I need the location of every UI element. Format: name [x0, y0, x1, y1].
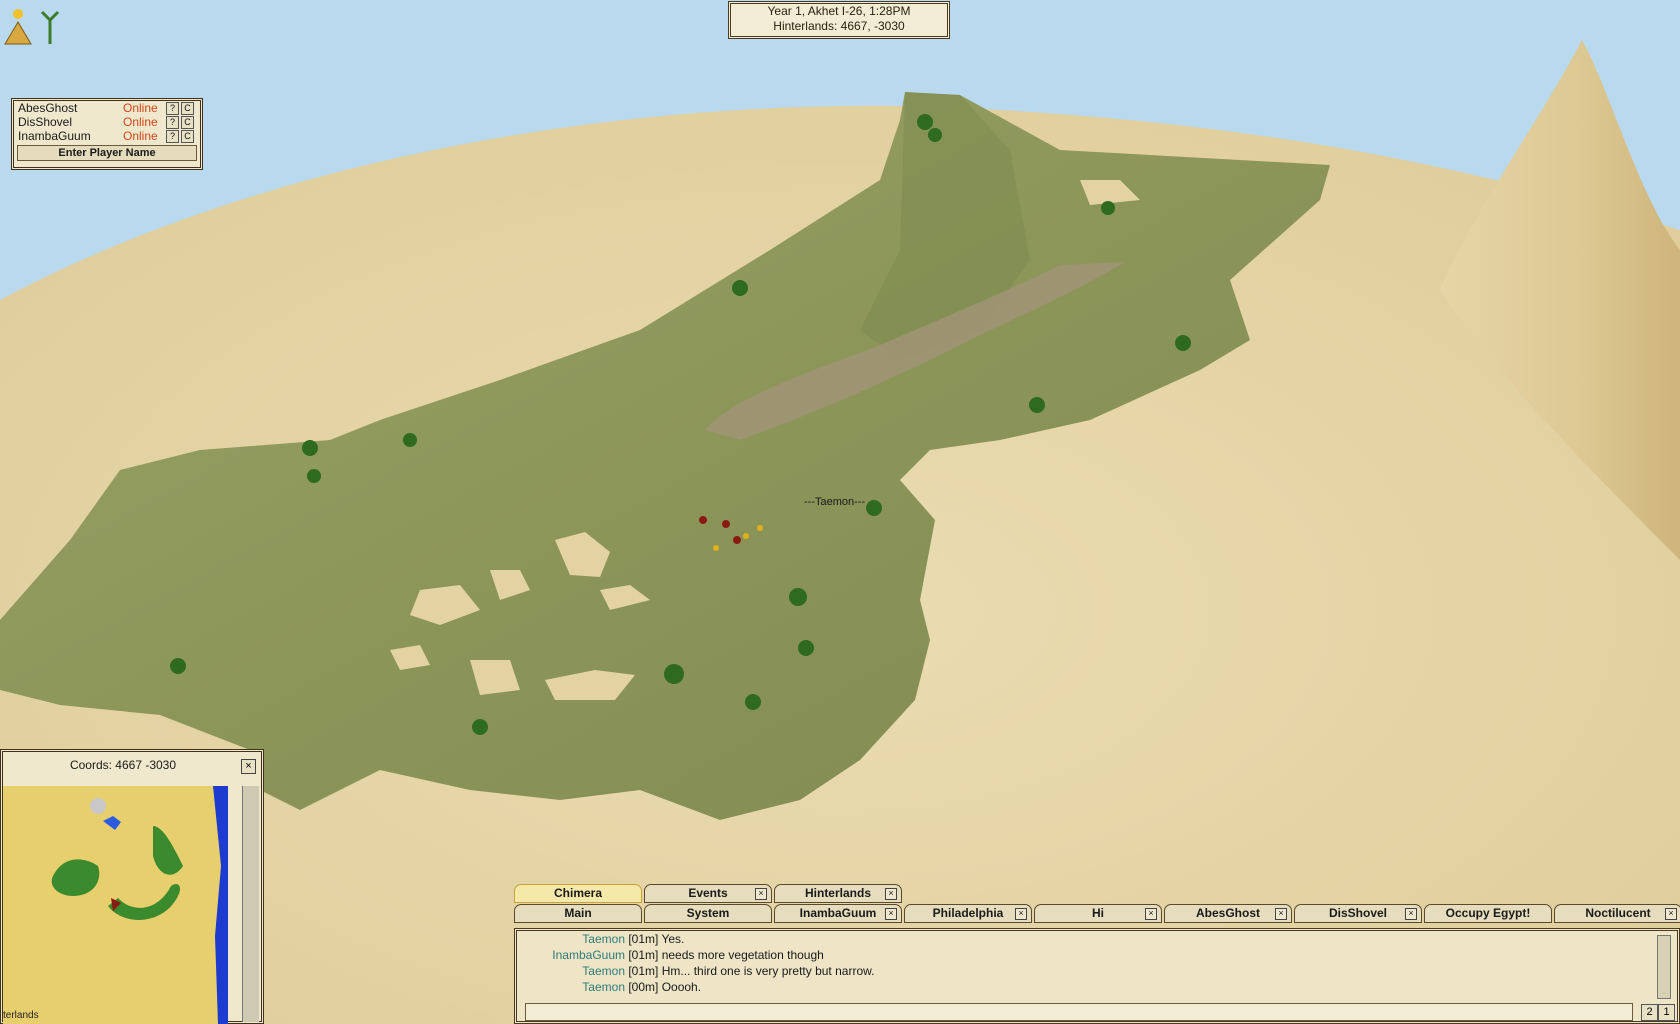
chat-tab[interactable]: System: [644, 904, 772, 923]
chat-sender[interactable]: Taemon: [517, 963, 625, 979]
chat-tab[interactable]: Noctilucent ×: [1554, 904, 1680, 923]
friend-info-button[interactable]: ?: [166, 130, 179, 143]
close-icon[interactable]: ×: [1275, 908, 1287, 920]
chat-tab-label: Events: [688, 886, 728, 900]
chat-tab-label: Chimera: [553, 886, 603, 900]
game-location: Hinterlands: 4667, -3030: [773, 19, 905, 33]
chat-sender[interactable]: Taemon: [517, 931, 625, 947]
player-name-tag[interactable]: ---Taemon---: [804, 496, 865, 508]
chat-tab[interactable]: Main: [514, 904, 642, 923]
friend-chat-button[interactable]: C: [181, 102, 194, 115]
papyrus-plant-icon[interactable]: [40, 10, 60, 44]
chat-time: [00m]: [628, 980, 659, 994]
chat-tab-label: Occupy Egypt!: [1445, 906, 1531, 920]
friend-info-button[interactable]: ?: [166, 116, 179, 129]
close-icon[interactable]: ×: [1145, 908, 1157, 920]
friend-info-button[interactable]: ?: [166, 102, 179, 115]
chat-time: [01m]: [628, 948, 659, 962]
chat-tab[interactable]: Events ×: [644, 884, 772, 903]
chat-log: Taemon [01m] Yes. InambaGuum [01m] needs …: [514, 928, 1680, 1024]
chat-tab-label: AbesGhost: [1195, 906, 1260, 920]
chat-tab[interactable]: Hi ×: [1034, 904, 1162, 923]
close-icon[interactable]: ×: [1015, 908, 1027, 920]
chat-message: Taemon [01m] Yes.: [517, 931, 684, 947]
date-location-panel: Year 1, Akhet I-26, 1:28PM Hinterlands: …: [728, 1, 950, 39]
minimap-close-icon[interactable]: ×: [241, 759, 256, 774]
chat-text: Hm... third one is very pretty but narro…: [661, 964, 875, 978]
chat-tab[interactable]: Hinterlands ×: [774, 884, 902, 903]
friends-list-panel: AbesGhost Online? C DisShovel Online? C Inamba…: [11, 98, 203, 170]
minimap-scrollbar[interactable]: [242, 786, 259, 1022]
chat-tab[interactable]: AbesGhost ×: [1164, 904, 1292, 923]
chat-tab[interactable]: Occupy Egypt!: [1424, 904, 1552, 923]
friend-name: InambaGuum: [18, 129, 91, 143]
chat-tab-label: Noctilucent: [1585, 906, 1651, 920]
friend-name: AbesGhost: [18, 101, 78, 115]
chat-scrollbar[interactable]: [1657, 935, 1671, 999]
friend-chat-button[interactable]: C: [181, 116, 194, 129]
close-icon[interactable]: ×: [885, 888, 897, 900]
friend-status: Online: [123, 101, 158, 115]
chat-message: InambaGuum [01m] needs more vegetation t…: [517, 947, 824, 963]
close-icon[interactable]: ×: [885, 908, 897, 920]
close-icon[interactable]: ×: [1405, 908, 1417, 920]
minimap-region-label: terlands: [3, 1010, 39, 1021]
chat-tab-label: InambaGuum: [799, 906, 877, 920]
chat-sender[interactable]: Taemon: [517, 979, 625, 995]
chat-time: [01m]: [628, 964, 659, 978]
chat-tab-label: DisShovel: [1328, 906, 1388, 920]
friend-row[interactable]: InambaGuum Online? C: [14, 129, 200, 143]
friend-status: Online: [123, 115, 158, 129]
chat-tab-label: Hinterlands: [804, 886, 871, 900]
friend-name: DisShovel: [18, 115, 73, 129]
minimap-rock: [90, 798, 106, 814]
pyramid-sun-icon[interactable]: [4, 9, 32, 45]
chat-text: Ooooh.: [661, 980, 702, 994]
minimap-map[interactable]: [3, 786, 228, 1024]
chat-message: Taemon [01m] Hm... third one is very pre…: [517, 963, 874, 979]
minimap-coords: Coords: 4667 -3030: [69, 758, 177, 772]
chat-window: Chimera Events × Hinterlands × Main System Ina…: [514, 884, 1680, 1024]
friend-status: Online: [123, 129, 158, 143]
chat-page-1-button[interactable]: 1: [1658, 1004, 1675, 1021]
game-date: Year 1, Akhet I-26, 1:28PM: [767, 4, 911, 18]
chat-input[interactable]: [525, 1003, 1633, 1021]
chat-tab-label: Hi: [1092, 906, 1104, 920]
chat-sender[interactable]: InambaGuum: [517, 947, 625, 963]
chat-time: [01m]: [628, 932, 659, 946]
chat-tab[interactable]: Chimera: [514, 884, 642, 903]
close-icon[interactable]: ×: [1665, 908, 1677, 920]
friend-chat-button[interactable]: C: [181, 130, 194, 143]
chat-text: needs more vegetation though: [661, 948, 824, 962]
chat-text: Yes.: [661, 932, 685, 946]
minimap-window: Coords: 4667 -3030 × terlands: [0, 749, 264, 1024]
chat-page-2-button[interactable]: 2: [1641, 1004, 1658, 1021]
chat-tab-label: System: [686, 906, 730, 920]
chat-tab[interactable]: InambaGuum ×: [774, 904, 902, 923]
chat-tab-label: Philadelphia: [932, 906, 1004, 920]
chat-tab-label: Main: [564, 906, 592, 920]
chat-tab[interactable]: DisShovel ×: [1294, 904, 1422, 923]
close-icon[interactable]: ×: [755, 888, 767, 900]
enter-player-name-input[interactable]: Enter Player Name: [17, 145, 197, 161]
friend-row[interactable]: AbesGhost Online? C: [14, 101, 200, 115]
friend-row[interactable]: DisShovel Online? C: [14, 115, 200, 129]
chat-tab[interactable]: Philadelphia ×: [904, 904, 1032, 923]
chat-message: Taemon [00m] Ooooh.: [517, 979, 701, 995]
top-icons: [4, 9, 60, 45]
